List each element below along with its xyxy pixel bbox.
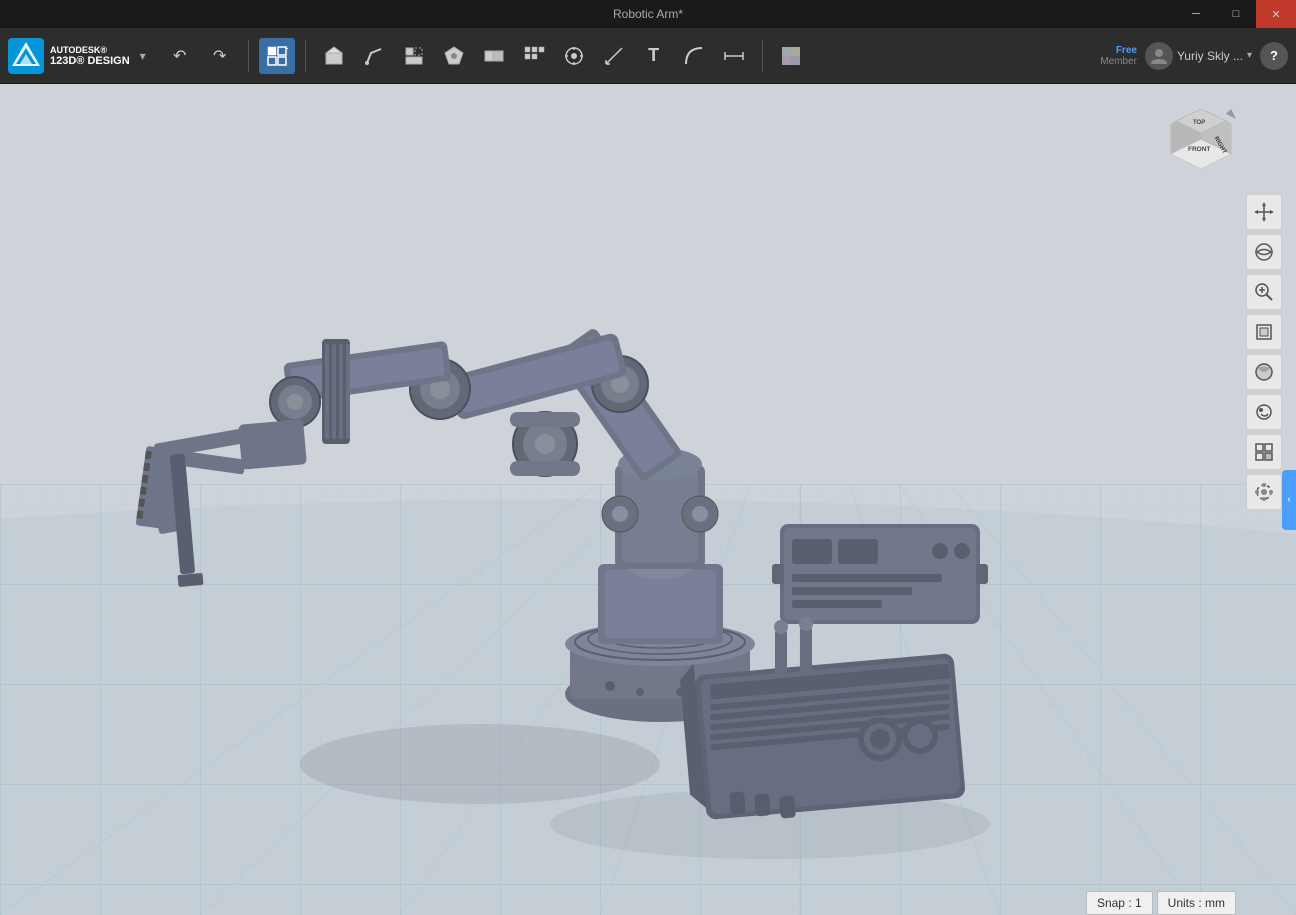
logo-line1: AUTODESK® <box>50 45 130 55</box>
snap-status[interactable]: Snap : 1 <box>1086 891 1153 915</box>
sketch-icon <box>363 45 385 67</box>
group-button[interactable] <box>476 38 512 74</box>
perspective-icon <box>1254 402 1274 422</box>
measure-button[interactable] <box>596 38 632 74</box>
user-dropdown-arrow[interactable]: ▾ <box>1247 50 1252 61</box>
autodesk-logo-icon <box>8 38 44 74</box>
snap-settings-icon <box>1254 482 1274 502</box>
view-cube-svg: FRONT RIGHT TOP <box>1166 104 1236 174</box>
zoom-tool-button[interactable] <box>1246 274 1282 310</box>
viewport[interactable]: FRONT RIGHT TOP <box>0 84 1296 915</box>
zoom-icon <box>1254 282 1274 302</box>
measure-icon <box>603 45 625 67</box>
snap-button[interactable] <box>556 38 592 74</box>
add-shape-icon: + <box>266 45 288 67</box>
group-icon <box>483 45 505 67</box>
dimension-icon <box>723 45 745 67</box>
text-icon: T <box>648 45 659 66</box>
units-status[interactable]: Units : mm <box>1157 891 1236 915</box>
user-menu[interactable]: Yuriy Skly ... ▾ <box>1145 42 1252 70</box>
text-button[interactable]: T <box>636 38 672 74</box>
logo-area: AUTODESK® 123D® DESIGN ▾ <box>8 38 146 74</box>
membership-info: Free Member <box>1100 45 1137 67</box>
pan-tool-button[interactable] <box>1246 194 1282 230</box>
sketch-button[interactable] <box>356 38 392 74</box>
right-tools-panel <box>1246 194 1282 510</box>
svg-text:TOP: TOP <box>1193 120 1205 126</box>
undo-button[interactable]: ↶ <box>162 38 198 74</box>
toolbar: AUTODESK® 123D® DESIGN ▾ ↶ ↷ + <box>0 28 1296 84</box>
fillet-icon <box>683 45 705 67</box>
toolbar-separator-2 <box>305 40 306 72</box>
user-avatar <box>1145 42 1173 70</box>
pattern-button[interactable] <box>516 38 552 74</box>
fit-all-icon <box>1254 322 1274 342</box>
close-button[interactable]: ✕ <box>1256 0 1296 28</box>
grid-settings-icon <box>1254 442 1274 462</box>
construct-icon <box>403 45 425 67</box>
svg-text:+: + <box>286 45 288 53</box>
perspective-button[interactable] <box>1246 394 1282 430</box>
primitive-button[interactable] <box>316 38 352 74</box>
orbit-icon <box>1254 242 1274 262</box>
robot-arm-model <box>0 84 1296 915</box>
account-area: Free Member Yuriy Skly ... ▾ ? <box>1100 42 1288 70</box>
modify-icon <box>443 45 465 67</box>
redo-button[interactable]: ↷ <box>202 38 238 74</box>
user-avatar-icon <box>1149 46 1169 66</box>
toolbar-separator-1 <box>248 40 249 72</box>
window-controls: ─ □ ✕ <box>1176 0 1296 28</box>
construct-button[interactable] <box>396 38 432 74</box>
materials-icon <box>780 45 802 67</box>
primitive-icon <box>323 45 345 67</box>
logo-line2: 123D® DESIGN <box>50 55 130 67</box>
grid-settings-button[interactable] <box>1246 434 1282 470</box>
status-bar: Snap : 1 Units : mm <box>1086 891 1236 915</box>
member-label: Member <box>1100 56 1137 67</box>
view-style-button[interactable] <box>1246 354 1282 390</box>
view-cube[interactable]: FRONT RIGHT TOP <box>1166 104 1236 174</box>
fit-all-button[interactable] <box>1246 314 1282 350</box>
user-name: Yuriy Skly ... <box>1177 49 1243 63</box>
title-bar: Robotic Arm* ─ □ ✕ <box>0 0 1296 28</box>
dimension-button[interactable] <box>716 38 752 74</box>
toolbar-separator-3 <box>762 40 763 72</box>
logo-dropdown-arrow[interactable]: ▾ <box>140 49 146 63</box>
snap-settings-button[interactable] <box>1246 474 1282 510</box>
window-title: Robotic Arm* <box>613 7 683 21</box>
logo-text: AUTODESK® 123D® DESIGN <box>50 45 130 67</box>
view-style-icon <box>1254 362 1274 382</box>
pattern-icon <box>523 45 545 67</box>
orbit-tool-button[interactable] <box>1246 234 1282 270</box>
snap-icon <box>563 45 585 67</box>
svg-text:FRONT: FRONT <box>1188 146 1210 153</box>
fillet-button[interactable] <box>676 38 712 74</box>
materials-button[interactable] <box>773 38 809 74</box>
add-shape-button[interactable]: + <box>259 38 295 74</box>
modify-button[interactable] <box>436 38 472 74</box>
pan-icon <box>1254 202 1274 222</box>
right-panel-pull-tab[interactable]: ‹ <box>1282 470 1296 530</box>
free-label: Free <box>1116 45 1137 56</box>
help-button[interactable]: ? <box>1260 42 1288 70</box>
minimize-button[interactable]: ─ <box>1176 0 1216 28</box>
maximize-button[interactable]: □ <box>1216 0 1256 28</box>
